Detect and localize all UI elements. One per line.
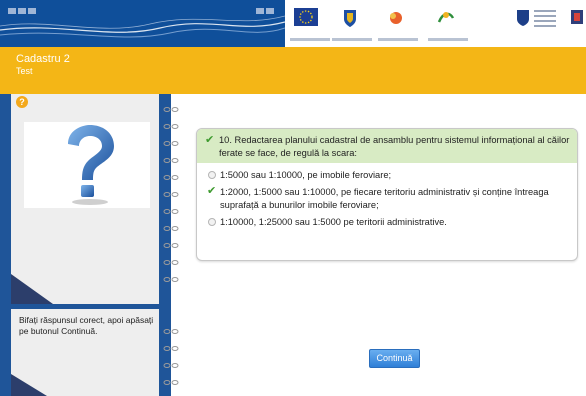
eu-flag-logo <box>294 8 318 38</box>
partner-logos <box>290 8 586 42</box>
question-text: 10. Redactarea planului cadastral de ans… <box>219 135 570 158</box>
university-crest-logo <box>569 8 585 38</box>
answer-label: 1:10000, 1:25000 sau 1:5000 pe teritorii… <box>220 217 447 227</box>
course-titlebar: Cadastru 2 Test <box>0 47 586 94</box>
help-icon[interactable]: ? <box>16 96 28 108</box>
question-header: ✔ 10. Redactarea planului cadastral de a… <box>197 129 577 163</box>
ministry-logo <box>516 8 530 38</box>
instruction-text: Bifați răspunsul corect, apoi apăsați pe… <box>19 315 154 336</box>
answer-label: 1:2000, 1:5000 sau 1:10000, pe fiecare t… <box>220 187 549 210</box>
checkmark-icon: ✔ <box>205 134 215 146</box>
answer-label: 1:5000 sau 1:10000, pe imobile feroviare… <box>220 170 392 180</box>
program-logo-red <box>386 8 406 38</box>
course-title: Cadastru 2 <box>16 53 70 65</box>
header-banner <box>0 0 586 47</box>
continue-button[interactable]: Continuă <box>369 349 420 368</box>
radio-button[interactable] <box>208 218 216 226</box>
checkmark-icon: ✔ <box>207 185 217 197</box>
radio-button[interactable] <box>208 171 216 179</box>
romania-coat-of-arms-logo <box>342 8 358 38</box>
program-logo-green <box>436 8 456 38</box>
question-mark-icon <box>24 122 150 208</box>
banner-artwork <box>0 0 285 47</box>
course-subtitle: Test <box>16 66 33 76</box>
instruction-page: Bifați răspunsul corect, apoi apăsați pe… <box>11 309 159 396</box>
question-card: ✔ 10. Redactarea planului cadastral de a… <box>196 128 578 261</box>
